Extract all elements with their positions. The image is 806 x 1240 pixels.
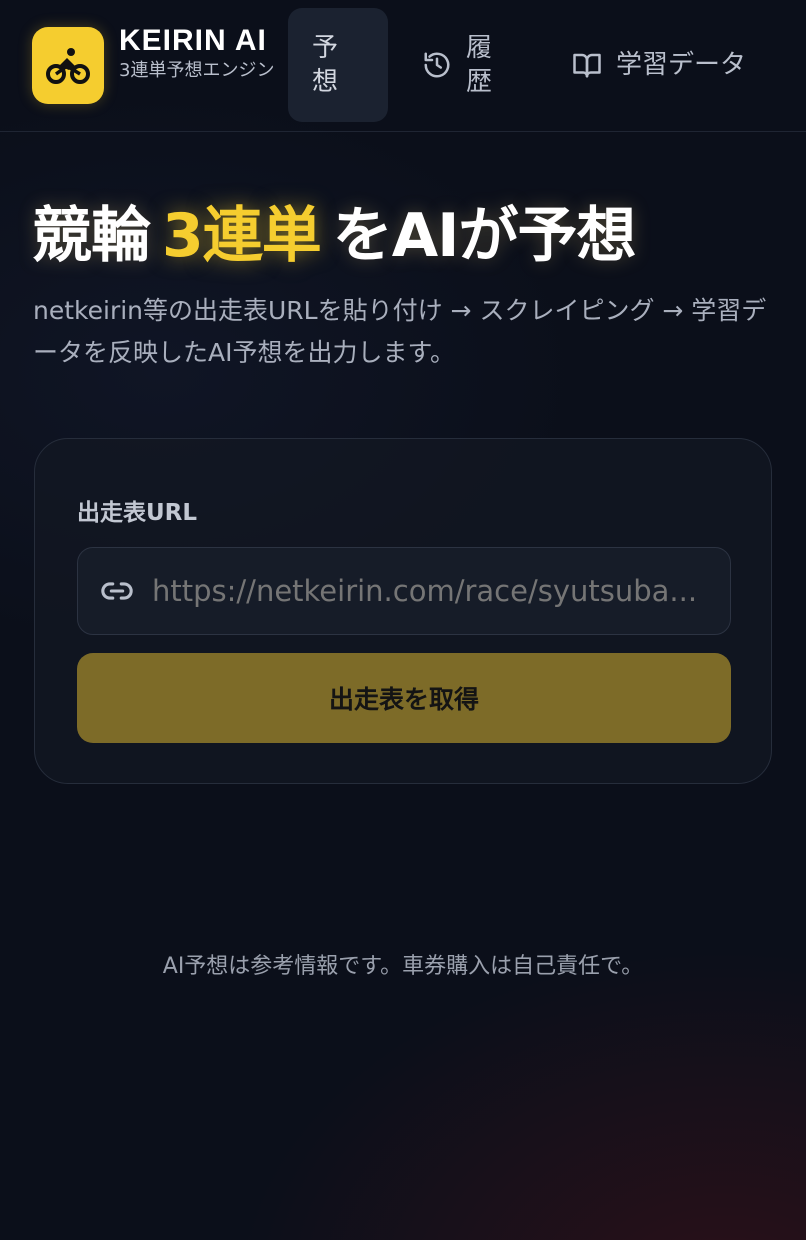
disclaimer-text: AI予想は参考情報です。車券購入は自己責任で。 bbox=[162, 954, 644, 979]
brand-title: KEIRIN AI bbox=[119, 24, 267, 57]
app-header: KEIRIN AI 3連単予想エンジン 予想 履歴 学習データ bbox=[0, 0, 806, 132]
history-icon bbox=[424, 52, 450, 78]
hero-description: netkeirin等の出走表URLを貼り付け → スクレイピング → 学習データ… bbox=[33, 296, 767, 367]
link-icon bbox=[101, 582, 133, 600]
nav-item-label: 学習データ bbox=[616, 50, 747, 80]
app-logo[interactable] bbox=[32, 27, 104, 104]
url-input-wrapper[interactable] bbox=[77, 547, 731, 635]
brand-subtitle: 3連単予想エンジン bbox=[119, 60, 275, 81]
hero-title: 競輪 3連単 をAIが予想 bbox=[32, 196, 637, 276]
url-form-card: 出走表URL 出走表を取得 bbox=[34, 438, 772, 784]
hero-title-pre: 競輪 bbox=[32, 201, 151, 271]
url-input[interactable] bbox=[152, 548, 730, 634]
nav-item-label: 履歴 bbox=[466, 33, 493, 97]
book-open-icon bbox=[573, 53, 601, 78]
hero-title-accent: 3連単 bbox=[162, 201, 322, 271]
nav-item-history[interactable]: 履歴 bbox=[422, 8, 542, 122]
fetch-entries-button[interactable]: 出走表を取得 bbox=[77, 653, 731, 743]
nav-item-label: 予想 bbox=[312, 33, 339, 97]
nav-item-predict[interactable]: 予想 bbox=[288, 8, 388, 122]
nav-item-training-data[interactable]: 学習データ bbox=[572, 8, 772, 122]
bicycle-icon bbox=[46, 47, 90, 84]
hero-title-post: をAIが予想 bbox=[332, 201, 637, 271]
url-field-label: 出走表URL bbox=[77, 500, 198, 526]
